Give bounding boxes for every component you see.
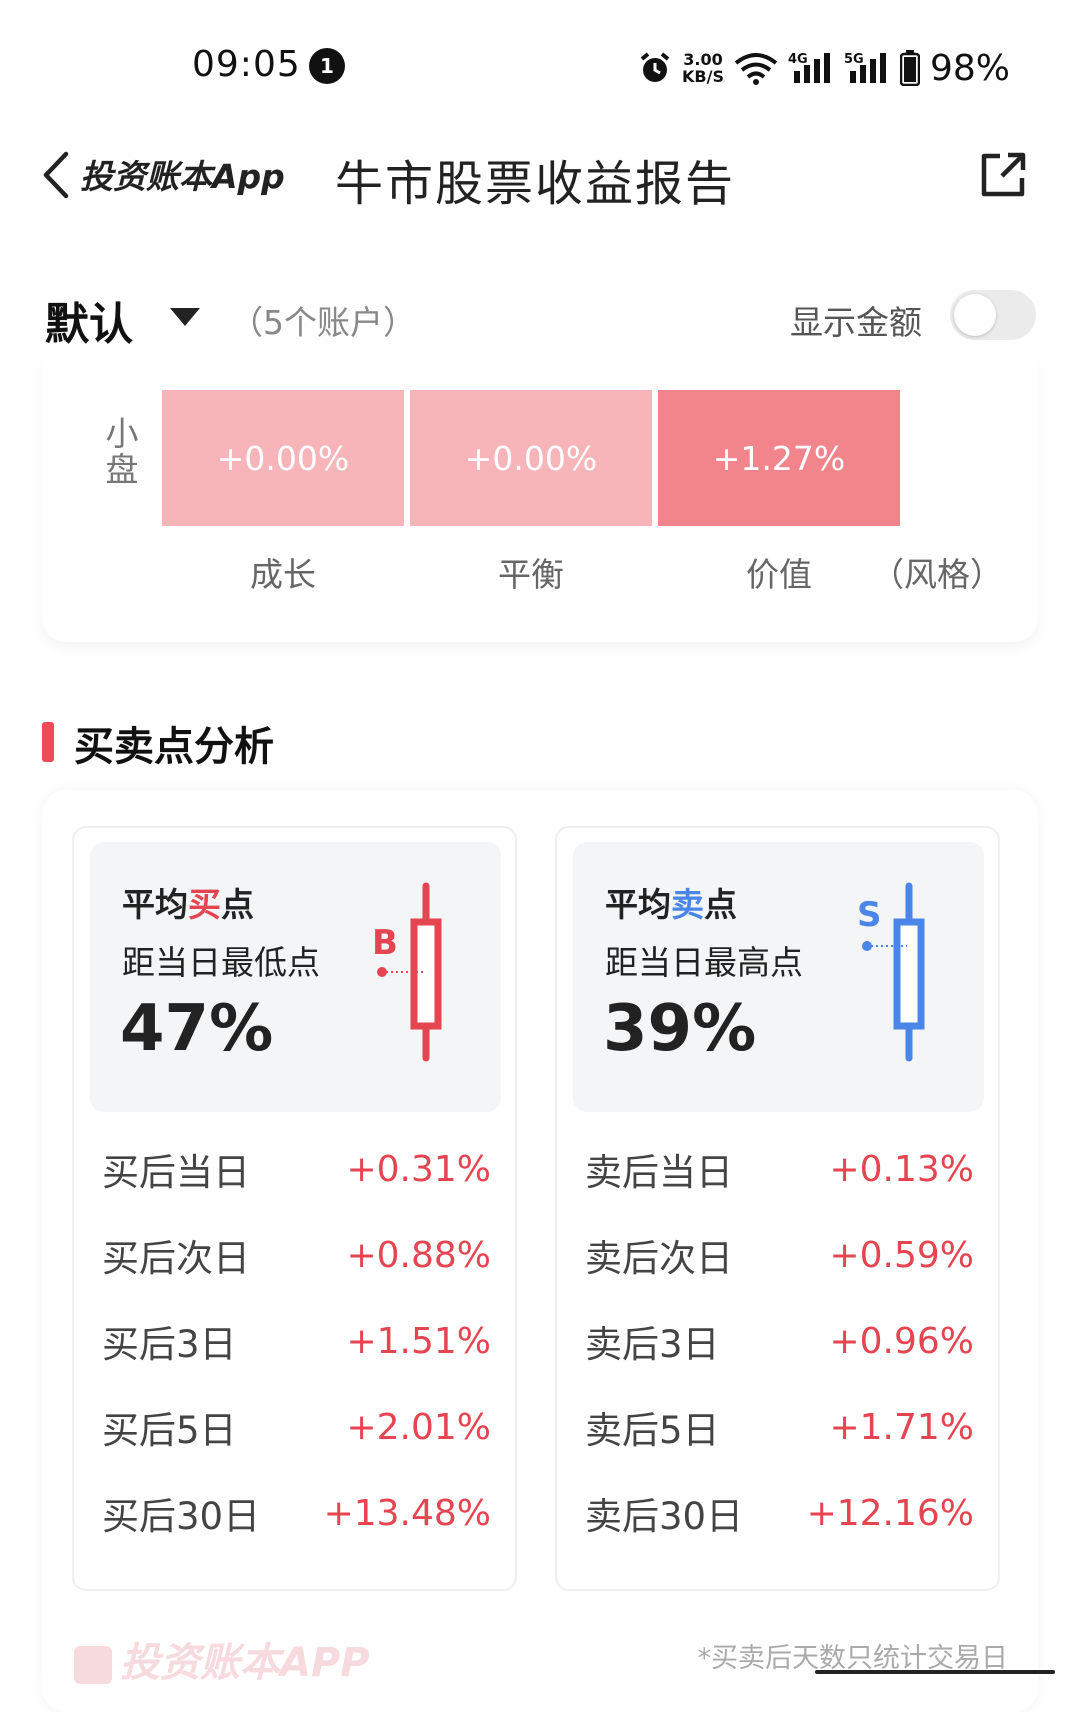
row-label: 卖后3日 bbox=[585, 1323, 720, 1366]
battery-icon bbox=[899, 50, 920, 86]
battery-percent: 98% bbox=[929, 47, 1010, 89]
row-value: +0.31% bbox=[346, 1148, 491, 1190]
row-value: +12.16% bbox=[806, 1492, 974, 1534]
row-label: 买后次日 bbox=[102, 1237, 250, 1280]
list-item: 买后次日 +0.88% bbox=[102, 1212, 491, 1298]
status-bar: 09:05 1 3.00 KB/S 4G 5G 98% bbox=[0, 0, 1080, 130]
row-value: +0.96% bbox=[829, 1320, 974, 1362]
nav-bar: 投资账本App 牛市股票收益报告 bbox=[0, 130, 1080, 220]
sell-title-suffix: 点 bbox=[704, 885, 737, 924]
buy-title: 平均买点 bbox=[122, 878, 254, 926]
row-label: 买后当日 bbox=[102, 1151, 250, 1194]
list-item: 卖后30日 +12.16% bbox=[585, 1470, 974, 1556]
row-value: +0.13% bbox=[829, 1148, 974, 1190]
list-item: 买后3日 +1.51% bbox=[102, 1298, 491, 1384]
sell-point-card: 平均卖点 距当日最高点 39% S 卖后当日 +0.13% 卖后次日 +0.59% … bbox=[555, 826, 1000, 1591]
list-item: 卖后3日 +0.96% bbox=[585, 1298, 974, 1384]
status-icons: 3.00 KB/S 4G 5G 98% bbox=[638, 44, 1010, 92]
list-item: 买后30日 +13.48% bbox=[102, 1470, 491, 1556]
row-value: +0.59% bbox=[829, 1234, 974, 1276]
net-speed-unit: KB/S bbox=[682, 67, 724, 86]
buy-returns-list: 买后当日 +0.31% 买后次日 +0.88% 买后3日 +1.51% 买后5日 +2.… bbox=[102, 1126, 491, 1556]
heatmap-cell-growth: +0.00% bbox=[162, 390, 404, 526]
share-icon[interactable] bbox=[978, 150, 1028, 200]
show-amount-toggle[interactable] bbox=[950, 290, 1036, 340]
watermark-logo: 投资账本APP bbox=[74, 1630, 370, 1688]
heatmap-cell-balance: +0.00% bbox=[410, 390, 652, 526]
app-logo-icon bbox=[74, 1646, 112, 1684]
list-item: 卖后次日 +0.59% bbox=[585, 1212, 974, 1298]
buy-marker: B bbox=[372, 923, 398, 963]
back-arrow-icon[interactable] bbox=[36, 148, 78, 202]
buy-candlestick-icon: B bbox=[372, 882, 442, 1062]
sell-candlestick-icon: S bbox=[857, 882, 925, 1062]
signal-5g-icon: 5G bbox=[844, 52, 886, 83]
section-accent-bar bbox=[42, 722, 54, 762]
list-item: 卖后当日 +0.13% bbox=[585, 1126, 974, 1212]
watermark-text: 投资账本APP bbox=[120, 1640, 370, 1686]
wifi-icon bbox=[734, 53, 778, 85]
status-time: 09:05 bbox=[192, 44, 301, 85]
buy-title-key: 买 bbox=[188, 885, 221, 924]
heatmap-col-growth: 成长 bbox=[250, 555, 316, 594]
buy-sell-analysis: 平均买点 距当日最低点 47% B 买后当日 +0.31% 买后次日 +0.88% … bbox=[42, 790, 1038, 1712]
sell-subtitle: 距当日最高点 bbox=[605, 943, 803, 982]
list-item: 卖后5日 +1.71% bbox=[585, 1384, 974, 1470]
sell-title: 平均卖点 bbox=[605, 878, 737, 926]
sell-title-prefix: 平均 bbox=[605, 885, 671, 924]
section-title: 买卖点分析 bbox=[74, 724, 274, 770]
alarm-icon bbox=[640, 52, 670, 82]
toggle-knob bbox=[954, 294, 996, 336]
account-name[interactable]: 默认 bbox=[45, 288, 133, 352]
row-label: 买后30日 bbox=[102, 1495, 261, 1538]
net-speed-value: 3.00 bbox=[683, 50, 723, 69]
home-indicator[interactable] bbox=[815, 1670, 1055, 1674]
buy-point-card: 平均买点 距当日最低点 47% B 买后当日 +0.31% 买后次日 +0.88% … bbox=[72, 826, 517, 1591]
buy-title-prefix: 平均 bbox=[122, 885, 188, 924]
row-label: 买后3日 bbox=[102, 1323, 237, 1366]
row-value: +1.71% bbox=[829, 1406, 974, 1448]
account-selector-bar: 默认 （5个账户） 显示金额 bbox=[0, 270, 1080, 360]
account-count: （5个账户） bbox=[230, 303, 416, 342]
page-title: 牛市股票收益报告 bbox=[335, 156, 736, 212]
signal-4g-icon: 4G bbox=[788, 52, 830, 83]
heatmap-axis-label: （风格） bbox=[871, 555, 1003, 594]
app-brand[interactable]: 投资账本App bbox=[80, 150, 285, 198]
dropdown-caret-icon[interactable] bbox=[170, 308, 200, 326]
net-speed: 3.00 KB/S bbox=[682, 51, 724, 85]
sell-returns-list: 卖后当日 +0.13% 卖后次日 +0.59% 卖后3日 +0.96% 卖后5日 +1.… bbox=[585, 1126, 974, 1556]
row-label: 卖后当日 bbox=[585, 1151, 733, 1194]
buy-percent: 47% bbox=[120, 992, 274, 1066]
row-value: +0.88% bbox=[346, 1234, 491, 1276]
sell-title-key: 卖 bbox=[671, 885, 704, 924]
sell-marker: S bbox=[857, 895, 882, 935]
heatmap-col-balance: 平衡 bbox=[498, 555, 564, 594]
list-item: 买后5日 +2.01% bbox=[102, 1384, 491, 1470]
row-value: +13.48% bbox=[323, 1492, 491, 1534]
row-label: 卖后30日 bbox=[585, 1495, 744, 1538]
notification-badge: 1 bbox=[309, 48, 345, 84]
show-amount-label: 显示金额 bbox=[790, 303, 922, 342]
sell-summary: 平均卖点 距当日最高点 39% S bbox=[573, 842, 984, 1112]
buy-title-suffix: 点 bbox=[221, 885, 254, 924]
row-label: 卖后5日 bbox=[585, 1409, 720, 1452]
row-value: +2.01% bbox=[346, 1406, 491, 1448]
buy-summary: 平均买点 距当日最低点 47% B bbox=[90, 842, 501, 1112]
list-item: 买后当日 +0.31% bbox=[102, 1126, 491, 1212]
buy-subtitle: 距当日最低点 bbox=[122, 943, 320, 982]
row-value: +1.51% bbox=[346, 1320, 491, 1362]
row-label: 买后5日 bbox=[102, 1409, 237, 1452]
svg-text:5G: 5G bbox=[844, 52, 864, 67]
sell-percent: 39% bbox=[603, 992, 757, 1066]
style-heatmap-card: 小盘 +0.00% +0.00% +1.27% 成长 平衡 价值 （风格） bbox=[42, 360, 1038, 642]
row-label: 卖后次日 bbox=[585, 1237, 733, 1280]
heatmap-row-label: 小盘 bbox=[105, 414, 139, 489]
svg-text:4G: 4G bbox=[788, 52, 808, 67]
heatmap-cell-value: +1.27% bbox=[658, 390, 900, 526]
